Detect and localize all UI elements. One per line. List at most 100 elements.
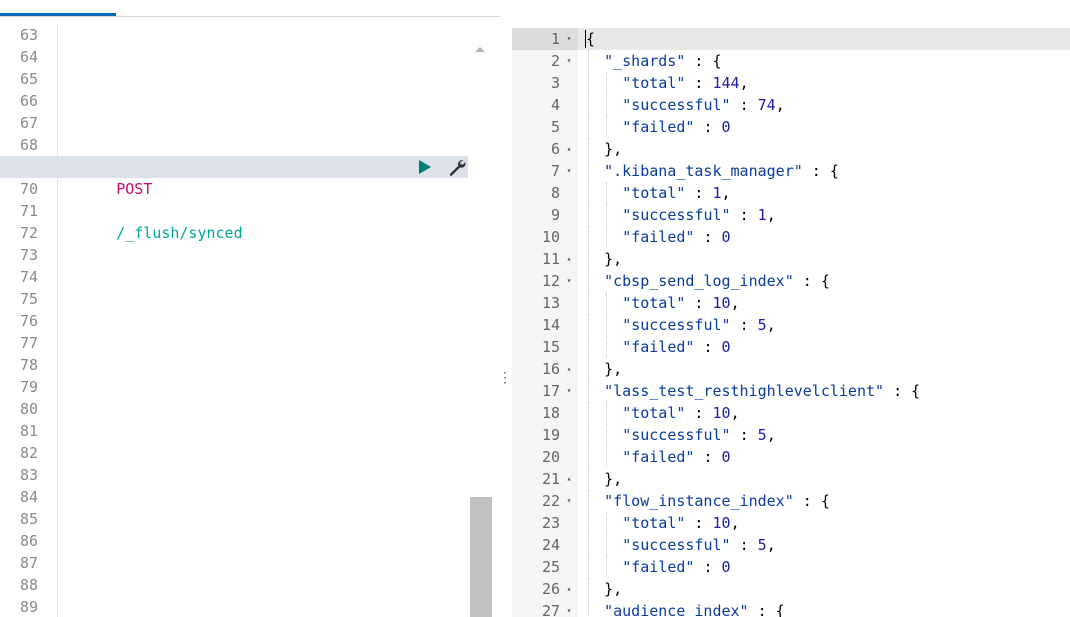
response-line-number: 5 — [550, 118, 560, 136]
line-number: 82 — [19, 444, 38, 462]
json-number: 0 — [721, 338, 731, 356]
response-code: "total" : 10, — [622, 512, 739, 534]
json-number: 0 — [721, 558, 731, 576]
json-key: "failed" — [622, 448, 695, 466]
response-line: 8 "total" : 1, — [512, 182, 1070, 204]
line-number: 88 — [19, 576, 38, 594]
response-code: "successful" : 5, — [622, 534, 776, 556]
response-line-number: 2 — [550, 52, 560, 70]
indent-guide — [588, 160, 589, 182]
tab-bar — [0, 0, 500, 17]
line-number: 73 — [19, 246, 38, 264]
response-line: 16 ▴}, — [512, 358, 1070, 380]
response-line: 10 "failed" : 0 — [512, 226, 1070, 248]
fold-collapse-icon[interactable]: ▾ — [564, 160, 574, 182]
json-punctuation: { — [586, 30, 596, 48]
request-line[interactable]: POST /_flush/synced — [62, 156, 242, 242]
json-punctuation: }, — [604, 360, 623, 378]
response-output[interactable]: 1 ▾{2 ▾ "_shards" : {3 "total" : 144, 4 "succe… — [512, 28, 1070, 617]
indent-guide — [588, 578, 589, 600]
response-line: 18 "total" : 10, — [512, 402, 1070, 424]
indent-guide — [588, 116, 589, 138]
vertical-dots-icon[interactable]: ⋮ — [498, 368, 512, 388]
line-number: 80 — [19, 400, 38, 418]
tab-active-indicator[interactable] — [0, 13, 116, 16]
response-line-number: 22 — [541, 492, 560, 510]
response-line-number: 21 — [541, 470, 560, 488]
indent-guide — [588, 248, 589, 270]
request-editor[interactable]: 6364656667686970717273747576777879808182… — [0, 24, 492, 617]
json-punctuation: : — [730, 536, 758, 554]
wrench-icon[interactable] — [448, 158, 466, 176]
line-number: 83 — [19, 466, 38, 484]
response-line-number: 3 — [550, 74, 560, 92]
indent-guide — [588, 204, 589, 226]
indent-guide — [606, 446, 608, 468]
json-punctuation: : — [730, 206, 758, 224]
response-code: { — [586, 28, 595, 50]
json-number: 0 — [721, 448, 731, 466]
fold-collapse-icon[interactable]: ▾ — [564, 28, 574, 50]
response-line-number: 20 — [541, 448, 560, 466]
json-punctuation: : — [685, 294, 713, 312]
json-punctuation: , — [766, 206, 776, 224]
json-punctuation: : — [685, 74, 713, 92]
fold-expand-icon[interactable]: ▴ — [564, 358, 574, 380]
chevron-up-icon[interactable] — [474, 38, 486, 52]
json-key: "flow_instance_index" — [604, 492, 794, 510]
indent-guide — [588, 380, 589, 402]
line-number: 63 — [19, 26, 38, 44]
json-key: "total" — [622, 404, 686, 422]
line-number: 75 — [19, 290, 38, 308]
response-line: 13 "total" : 10, — [512, 292, 1070, 314]
response-code: }, — [604, 138, 622, 160]
indent-guide — [606, 402, 608, 424]
fold-expand-icon[interactable]: ▴ — [564, 138, 574, 160]
indent-guide — [588, 138, 589, 160]
fold-expand-icon[interactable]: ▴ — [564, 468, 574, 490]
fold-collapse-icon[interactable]: ▾ — [564, 380, 574, 402]
json-punctuation: }, — [604, 250, 623, 268]
response-line: 1 ▾ { — [512, 28, 1070, 50]
response-line-number: 12 — [541, 272, 560, 290]
line-number: 84 — [19, 488, 38, 506]
response-code: }, — [604, 358, 622, 380]
response-line: 11 ▴}, — [512, 248, 1070, 270]
line-number: 68 — [19, 136, 38, 154]
fold-expand-icon[interactable]: ▴ — [564, 248, 574, 270]
json-punctuation: , — [730, 514, 740, 532]
json-key: "successful" — [622, 206, 731, 224]
response-code: }, — [604, 578, 622, 600]
response-code: "failed" : 0 — [622, 446, 730, 468]
response-line-number: 7 — [550, 162, 560, 180]
fold-collapse-icon[interactable]: ▾ — [564, 50, 574, 72]
response-line: 6 ▴}, — [512, 138, 1070, 160]
json-punctuation: : — [685, 514, 713, 532]
fold-collapse-icon[interactable]: ▾ — [564, 600, 574, 617]
line-number: 87 — [19, 554, 38, 572]
active-line-code-bg — [578, 28, 1070, 50]
indent-guide — [588, 424, 589, 446]
json-punctuation: : — [694, 228, 722, 246]
json-number: 10 — [712, 404, 731, 422]
json-key: "total" — [622, 514, 686, 532]
line-number: 72 — [19, 224, 38, 242]
response-code: "total" : 144, — [622, 72, 748, 94]
fold-expand-icon[interactable]: ▴ — [564, 578, 574, 600]
response-code: "failed" : 0 — [622, 556, 730, 578]
fold-collapse-icon[interactable]: ▾ — [564, 270, 574, 292]
json-punctuation: : — [685, 404, 713, 422]
json-key: "failed" — [622, 338, 695, 356]
response-code: "total" : 10, — [622, 402, 739, 424]
line-number: 79 — [19, 378, 38, 396]
play-icon[interactable] — [418, 159, 432, 175]
json-punctuation: }, — [604, 140, 623, 158]
response-line-number: 18 — [541, 404, 560, 422]
json-punctuation: : — [730, 96, 758, 114]
fold-collapse-icon[interactable]: ▾ — [564, 490, 574, 512]
response-code: "failed" : 0 — [622, 116, 730, 138]
response-code: "audience_index" : { — [604, 600, 785, 617]
response-line-number: 14 — [541, 316, 560, 334]
response-line: 26 ▴}, — [512, 578, 1070, 600]
request-editor-scrollbar-thumb[interactable] — [470, 497, 492, 617]
